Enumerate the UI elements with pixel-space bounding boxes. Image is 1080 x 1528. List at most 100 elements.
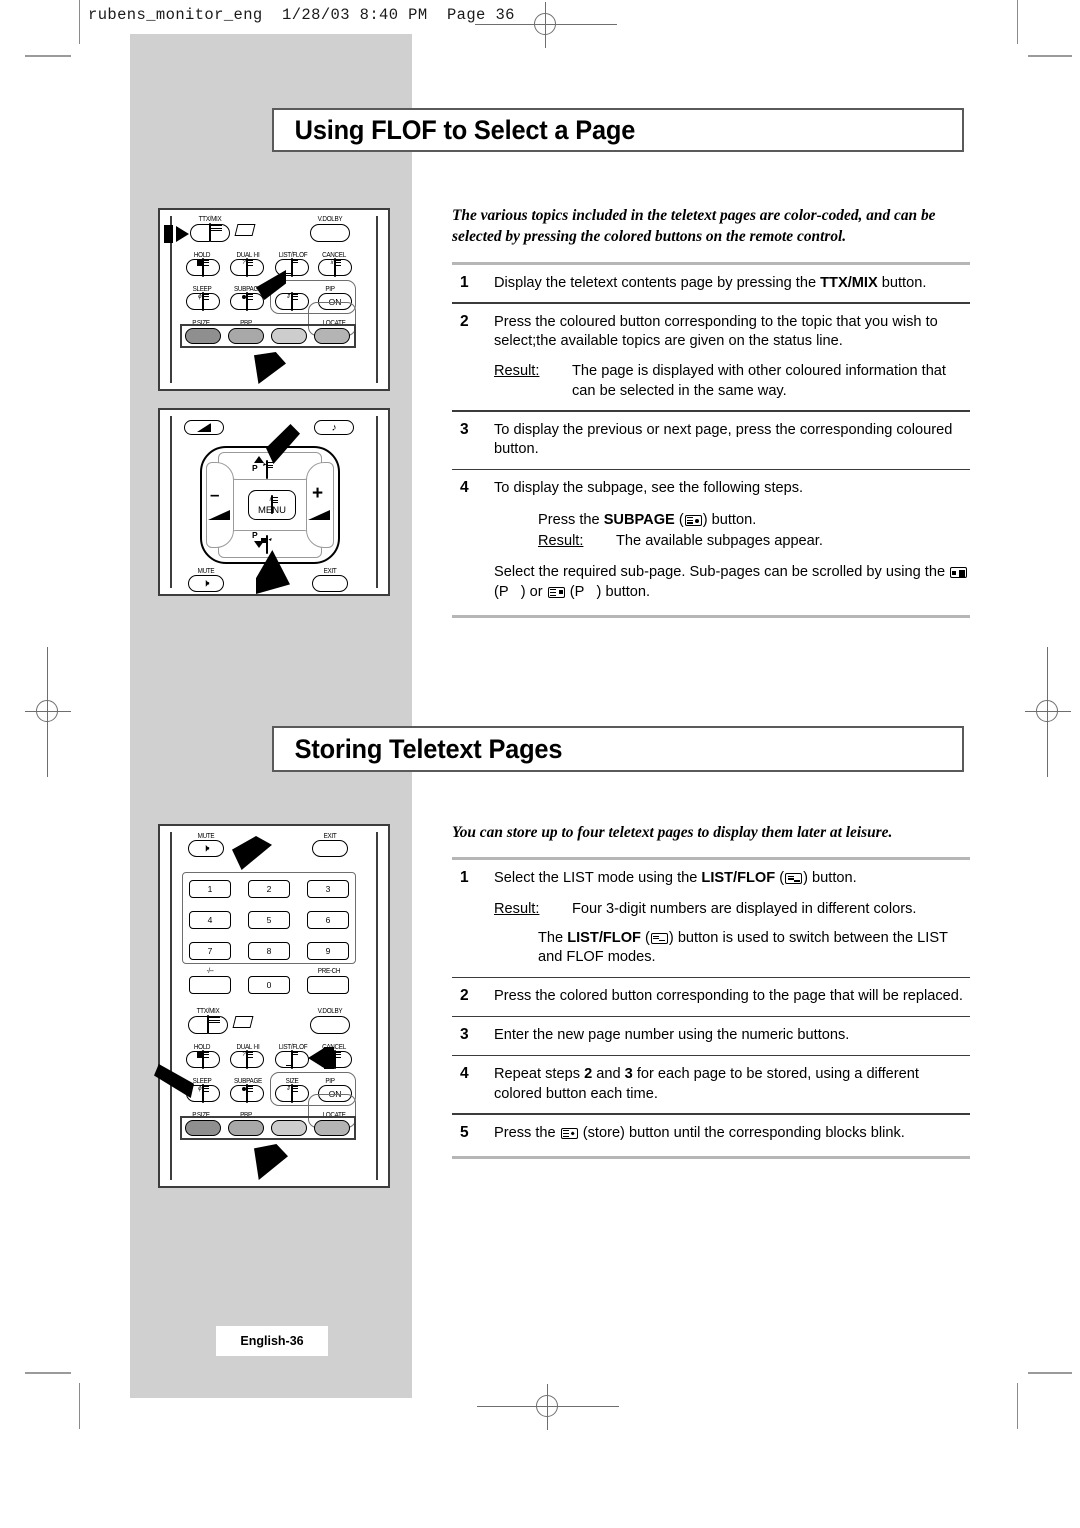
- note-before: The: [538, 930, 568, 947]
- dpad-label-p-down: P: [252, 530, 258, 540]
- storing-step-4: 4 Repeat steps 2 and 3 for each page to …: [452, 1056, 970, 1113]
- remote-key-9[interactable]: 9: [307, 942, 349, 960]
- remote-button-subpage[interactable]: [230, 1083, 264, 1103]
- listflof-glyph-icon: [285, 257, 299, 277]
- remote-label-dual: DUAL I-II: [236, 1042, 260, 1051]
- remote-label-exit: EXIT: [323, 831, 337, 840]
- crop-mark-bottom-right-horizontal: [1028, 1372, 1072, 1374]
- remote-key-7[interactable]: 7: [189, 942, 231, 960]
- remote-key-6[interactable]: 6: [307, 911, 349, 929]
- remote-key-2[interactable]: 2: [248, 880, 290, 898]
- step-text: Enter the new page number using the nume…: [494, 1027, 850, 1044]
- remote-button-mute[interactable]: 🕨: [188, 840, 224, 857]
- remote-button-ttxmix[interactable]: [188, 1015, 228, 1034]
- storing-step-2: 2 Press the colored button corresponding…: [452, 978, 970, 1015]
- remote-button-listflof[interactable]: [275, 1049, 309, 1069]
- remote-key-0[interactable]: 0: [248, 976, 290, 994]
- step-text: Press the (store) button until the corre…: [494, 1124, 970, 1143]
- step-number: 4: [460, 479, 469, 497]
- registration-vline: [547, 1384, 548, 1430]
- cancel-glyph-icon: x: [331, 1049, 342, 1069]
- key-label: 9: [325, 946, 331, 956]
- remote-button-hold[interactable]: [186, 1049, 220, 1069]
- remote-key-1[interactable]: 1: [189, 880, 231, 898]
- remote-illustration-bottom: MUTE 🕨 EXIT 1 2 3 4 5 6 7 8 9 -/-- 0 PRE…: [154, 824, 390, 1188]
- remote-button-picture-adjust[interactable]: [184, 420, 224, 435]
- remote-key-4[interactable]: 4: [189, 911, 231, 929]
- step-number: 4: [460, 1065, 469, 1083]
- remote-button-hold[interactable]: [186, 257, 220, 277]
- remote-label-mute: MUTE: [197, 566, 215, 575]
- subpage-key-icon: [684, 514, 702, 526]
- hold-glyph-icon: [196, 257, 210, 277]
- key-label: 2: [266, 884, 272, 894]
- rule: [452, 615, 970, 619]
- step-body: Select the LIST mode using the LIST/FLOF…: [494, 869, 970, 968]
- remote-button-size[interactable]: ⇕: [275, 291, 309, 311]
- remote-key-8[interactable]: 8: [248, 942, 290, 960]
- remote-label-mute: MUTE: [197, 831, 215, 840]
- registration-hline: [25, 711, 71, 712]
- remote-button-cancel[interactable]: x: [318, 257, 352, 277]
- page-prev-key-icon: [950, 567, 968, 579]
- remote-color-button-red[interactable]: [185, 1120, 221, 1136]
- result-label-text: Result:: [494, 363, 540, 380]
- sleep-glyph-icon: ϕ: [198, 291, 210, 311]
- bold-b: 3: [624, 1066, 633, 1083]
- music-note-icon: ♪: [331, 422, 337, 433]
- remote-label-subpage: SUBPAGE: [234, 1076, 262, 1085]
- remote-button-dual[interactable]: ?: [230, 1049, 264, 1069]
- section-title-storing-text: Storing Teletext Pages: [294, 733, 563, 764]
- remote-button-ttxmix[interactable]: [190, 223, 230, 242]
- remote-label-ttxmix: TTX/MIX: [196, 1006, 220, 1015]
- storing-intro: You can store up to four teletext pages …: [452, 824, 893, 841]
- remote-label-pip: PIP: [325, 1076, 335, 1085]
- remote-button-mute[interactable]: 🕨: [188, 575, 224, 592]
- subpage-press-before: Press the: [538, 511, 604, 528]
- remote-button-vdolby[interactable]: [310, 1016, 350, 1034]
- remote-color-button-yellow[interactable]: [271, 328, 307, 344]
- remote-button-subpage[interactable]: [230, 291, 264, 311]
- result-row: Result: The page is displayed with other…: [494, 362, 970, 401]
- remote-button-exit[interactable]: [312, 840, 348, 857]
- remote-button-sound-adjust[interactable]: ♪: [314, 420, 354, 435]
- dpad-segment-right[interactable]: [306, 462, 334, 548]
- result-row: Result: The available subpages appear.: [538, 532, 970, 551]
- remote-color-button-blue[interactable]: [314, 1120, 350, 1136]
- remote-color-button-green[interactable]: [228, 1120, 264, 1136]
- remote-button-exit[interactable]: [312, 575, 348, 592]
- remote-color-button-blue[interactable]: [314, 328, 350, 344]
- remote-label-dual: DUAL I-II: [236, 250, 260, 259]
- remote-key-3[interactable]: 3: [307, 880, 349, 898]
- remote-label-vdolby: V.DOLBY: [317, 1006, 343, 1015]
- remote-key-5[interactable]: 5: [248, 911, 290, 929]
- remote-button-size[interactable]: ⇕: [275, 1083, 309, 1103]
- dpad-prev-page-icon: ◂: [260, 535, 271, 554]
- remote-color-button-green[interactable]: [228, 328, 264, 344]
- registration-mark-right-middle: [1025, 647, 1071, 777]
- remote-color-button-yellow[interactable]: [271, 1120, 307, 1136]
- bold-a: 2: [584, 1066, 593, 1083]
- remote-button-sleep[interactable]: ϕ: [186, 291, 220, 311]
- remote-button-dual[interactable]: ?: [230, 257, 264, 277]
- remote-key-prech[interactable]: [307, 976, 349, 994]
- step-number: 3: [460, 420, 469, 438]
- step-number: 3: [460, 1026, 469, 1044]
- remote-label-ttxmix: TTX/MIX: [198, 214, 222, 223]
- mute-speaker-icon: 🕨: [202, 842, 210, 854]
- result-row: Result: Four 3-digit numbers are display…: [494, 900, 970, 919]
- remote-button-vdolby[interactable]: [310, 224, 350, 242]
- text-a: Repeat steps: [494, 1066, 585, 1083]
- remote-button-menu[interactable]: ı MENU: [248, 490, 296, 520]
- listflof-key-icon-2: [650, 933, 668, 945]
- storing-step-5: 5 Press the (store) button until the cor…: [452, 1115, 970, 1152]
- remote-key-dash[interactable]: [189, 976, 231, 994]
- remote-color-button-red[interactable]: [185, 328, 221, 344]
- step-text-before: Select the LIST mode using the: [494, 870, 702, 887]
- dpad-segment-left[interactable]: [206, 462, 234, 548]
- key-label: 4: [207, 915, 213, 925]
- registration-vline: [47, 647, 48, 777]
- scroll-before: Select the required sub-page. Sub-pages …: [494, 564, 950, 581]
- step-text-before: Display the teletext contents page by pr…: [494, 274, 821, 291]
- step-body: Repeat steps 2 and 3 for each page to be…: [494, 1065, 970, 1104]
